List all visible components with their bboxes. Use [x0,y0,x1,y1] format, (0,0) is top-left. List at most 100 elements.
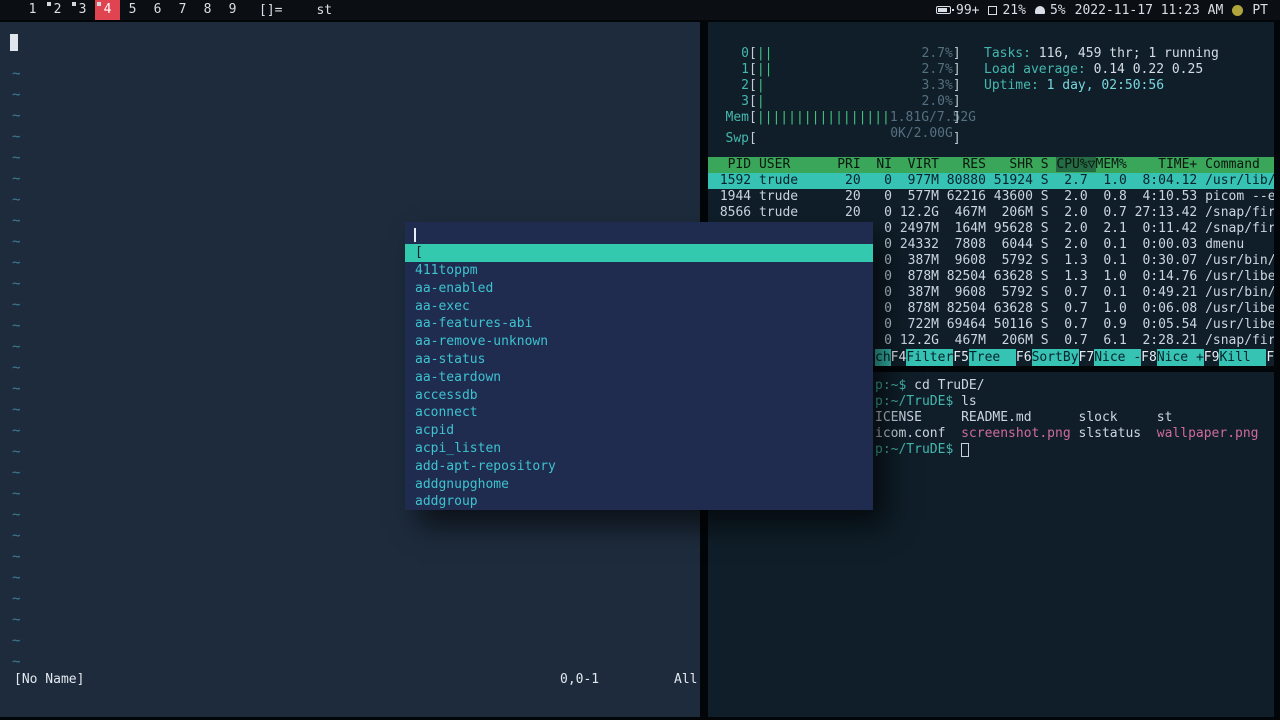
dmenu-item[interactable]: 411toppm [405,262,873,280]
vim-tilde: ~ [12,486,21,502]
vim-tilde: ~ [12,507,21,523]
battery-icon [936,6,954,14]
storage-percent: 21% [1002,2,1026,18]
tag-2[interactable]: 2 [45,0,70,20]
terminal-cursor [961,442,970,457]
vim-tilde: ~ [12,528,21,544]
tag-occupied-indicator [72,2,76,6]
vim-tilde: ~ [12,360,21,376]
header-columns-left: PID USER PRI NI VIRT RES SHR S [712,157,1057,172]
terminal-line: p:~$ cd TruDE/ [875,378,985,393]
dmenu-item[interactable]: addgroup [405,493,873,510]
vim-tilde: ~ [12,276,21,292]
meter-0: 0[|| 2.7%] [741,46,961,61]
storage-icon [988,5,998,15]
header-columns-right: MEM% TIME+ Command [1095,157,1260,172]
dmenu-item[interactable]: aa-features-abi [405,315,873,333]
dmenu-list: 411toppm aa-enabled aa-exec aa-features-abi… [405,262,873,510]
vim-tilde: ~ [12,171,21,187]
htop-stat-line: Tasks: 116, 459 thr; 1 running [984,46,1219,61]
tag-1[interactable]: 1 [20,0,45,20]
meter-mem: Mem[||||||||||||||||| 1.81G/7.52G] [725,110,976,125]
vim-tilde: ~ [12,654,21,670]
htop-stat-line: Load average: 0.14 0.22 0.25 [984,62,1204,77]
window-title: st [316,2,333,18]
dmenu-item[interactable]: aa-exec [405,298,873,316]
dmenu-caret [414,228,416,242]
tag-5[interactable]: 5 [120,0,145,20]
vim-tilde: ~ [12,108,21,124]
dmenu-item[interactable]: addgnupghome [405,476,873,494]
fkey-f10[interactable]: F10Quit [1266,349,1274,366]
dmenu-item[interactable]: aa-remove-unknown [405,333,873,351]
meter-swp: Swp[0K/2.00G] [725,126,961,146]
workspace-tags: 123456789 [20,0,245,20]
clock: 2022-11-17 11:23 AM [1074,2,1224,18]
tag-3[interactable]: 3 [70,0,95,20]
vim-tilde: ~ [12,549,21,565]
vim-tilde: ~ [12,570,21,586]
fkey-f4[interactable]: F4 Filter [891,349,954,366]
tag-occupied-indicator [47,2,51,6]
tag-4[interactable]: 4 [95,0,120,20]
dmenu-selected-item[interactable]: [ [405,244,873,262]
process-table-header[interactable]: PID USER PRI NI VIRT RES SHR S CPU%▽MEM%… [708,157,1274,173]
fkey-f6[interactable]: F6 SortBy [1016,349,1079,366]
tag-7[interactable]: 7 [170,0,195,20]
vim-tilde: ~ [12,318,21,334]
dmenu-popup: [ 411toppm aa-enabled aa-exec aa-features-a… [405,222,873,510]
topbar: 123456789 []= st 99+ 21% 5% 2022-11-17 1… [0,0,1280,20]
dmenu-item[interactable]: acpid [405,422,873,440]
dmenu-item[interactable]: aconnect [405,404,873,422]
vim-tilde: ~ [12,402,21,418]
fkey-f7[interactable]: F7 Nice - [1079,349,1142,366]
htop-stats: Tasks: 116, 459 thr; 1 running Load avera… [984,46,1219,94]
process-row[interactable]: 1592 trude 20 0 977M 80880 51924 S 2.7 1… [708,173,1274,189]
tag-occupied-indicator [97,2,101,6]
vim-tilde: ~ [12,591,21,607]
dmenu-item[interactable]: aa-status [405,351,873,369]
vim-tilde: ~ [12,129,21,145]
terminal-line: p:~/TruDE$ ls [875,394,977,409]
terminal-line: p:~/TruDE$ [875,442,1259,458]
process-row[interactable]: 1944 trude 20 0 577M 62216 43600 S 2.0 0… [708,189,1274,205]
meter-2: 2[| 3.3%] [741,78,961,93]
process-row[interactable]: 8566 trude 20 0 12.2G 467M 206M S 2.0 0.… [708,205,1274,221]
vim-statusline: [No Name] 0,0-1 All [0,672,700,692]
battery-percent: 99+ [956,2,980,18]
header-sort-column[interactable]: CPU%▽ [1056,157,1096,172]
htop-fkeys: ch F4 Filter F5 Tree F6 SortBy F7 Nice - F8 Nice … [875,349,1274,366]
vim-tilde: ~ [12,213,21,229]
volume-percent: 5% [1049,2,1066,18]
bell-icon [1034,6,1045,14]
vim-tilde: ~ [12,150,21,166]
tag-8[interactable]: 8 [195,0,220,20]
fkey-f9[interactable]: F9 Kill [1204,349,1267,366]
vim-tilde: ~ [12,444,21,460]
vim-tilde: ~ [12,192,21,208]
dmenu-item[interactable]: accessdb [405,387,873,405]
meter-1: 1[|| 2.7%] [741,62,961,77]
fkey-f5[interactable]: F5 Tree [953,349,1016,366]
vim-tilde: ~ [12,87,21,103]
battery-status: 99+ [936,3,979,18]
tag-9[interactable]: 9 [220,0,245,20]
storage-status: 21% [988,2,1026,18]
dmenu-item[interactable]: acpi_listen [405,440,873,458]
vim-cursor [10,34,18,51]
fkey-f8[interactable]: F8 Nice + [1141,349,1204,366]
vim-tilde: ~ [12,234,21,250]
dmenu-item[interactable]: add-apt-repository [405,458,873,476]
terminal-lines: p:~$ cd TruDE/p:~/TruDE$ ls ICENSE README… [875,378,1259,458]
vim-tilde: ~ [12,66,21,82]
terminal-line: ICENSE README.md slock st [875,410,1173,425]
volume-status: 5% [1034,2,1066,18]
dmenu-item[interactable]: aa-teardown [405,369,873,387]
scroll-position: All [674,672,698,687]
dmenu-input[interactable] [405,226,873,244]
tag-6[interactable]: 6 [145,0,170,20]
dmenu-item[interactable]: aa-enabled [405,280,873,298]
cursor-position: 0,0-1 [560,672,600,687]
layout-symbol[interactable]: []= [259,3,282,18]
vim-tilde: ~ [12,423,21,439]
